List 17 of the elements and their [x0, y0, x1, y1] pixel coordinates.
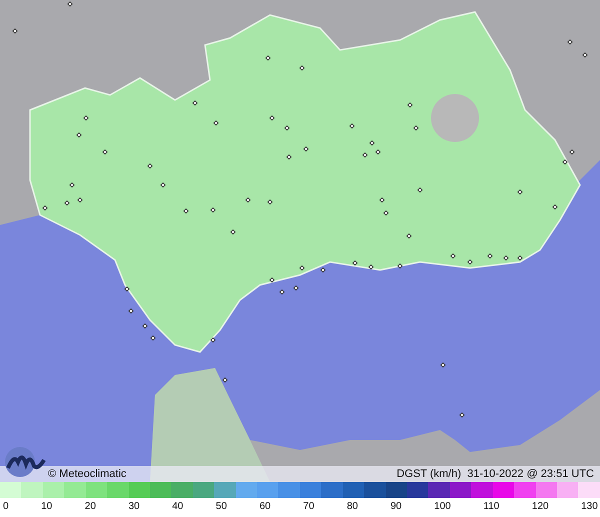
copyright-text: © Meteoclimatic	[48, 468, 126, 480]
scale-label: 60	[259, 501, 271, 512]
scale-label: 110	[483, 501, 500, 512]
scale-label: 50	[216, 501, 227, 512]
scale-label: 120	[532, 501, 549, 512]
scale-label: 80	[346, 501, 358, 512]
scale-label: 0	[3, 501, 9, 512]
scale-label: 130	[581, 501, 598, 512]
scale-label: 100	[434, 501, 451, 512]
map-caption: DGST (km/h) 31-10-2022 @ 23:51 UTC	[396, 468, 594, 480]
scale-label: 40	[172, 501, 184, 512]
scale-label: 20	[84, 501, 96, 512]
scale-label: 10	[41, 501, 52, 512]
logo-icon	[4, 446, 46, 478]
scale-label: 70	[303, 501, 314, 512]
scale-label: 30	[128, 501, 140, 512]
scale-label: 90	[390, 501, 402, 512]
